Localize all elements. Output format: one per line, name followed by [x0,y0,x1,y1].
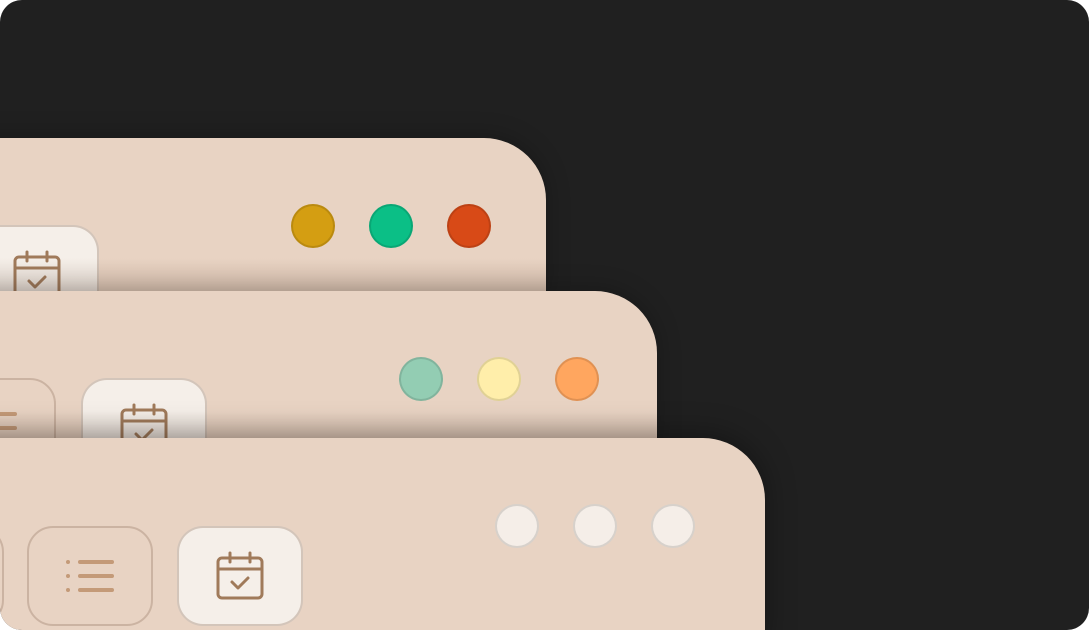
calendar-view-button[interactable] [0,225,99,298]
calendar-view-button[interactable] [177,526,303,626]
calendar-check-icon [216,551,264,600]
traffic-light-2[interactable] [477,357,521,401]
list-view-button[interactable] [27,526,153,626]
traffic-light-3[interactable] [447,204,491,248]
window-middle [0,291,657,451]
segment-edge-button[interactable] [0,526,4,626]
list-icon [66,560,114,592]
traffic-light-1[interactable] [495,504,539,548]
traffic-light-2[interactable] [573,504,617,548]
window-back-titlebar [0,138,546,298]
traffic-light-1[interactable] [399,357,443,401]
traffic-light-3[interactable] [651,504,695,548]
traffic-light-1[interactable] [291,204,335,248]
window-front [0,438,765,630]
window-back [0,138,546,298]
window-middle-titlebar [0,291,657,451]
traffic-light-2[interactable] [369,204,413,248]
window-front-titlebar [0,438,765,630]
traffic-light-3[interactable] [555,357,599,401]
backdrop [0,0,1089,630]
